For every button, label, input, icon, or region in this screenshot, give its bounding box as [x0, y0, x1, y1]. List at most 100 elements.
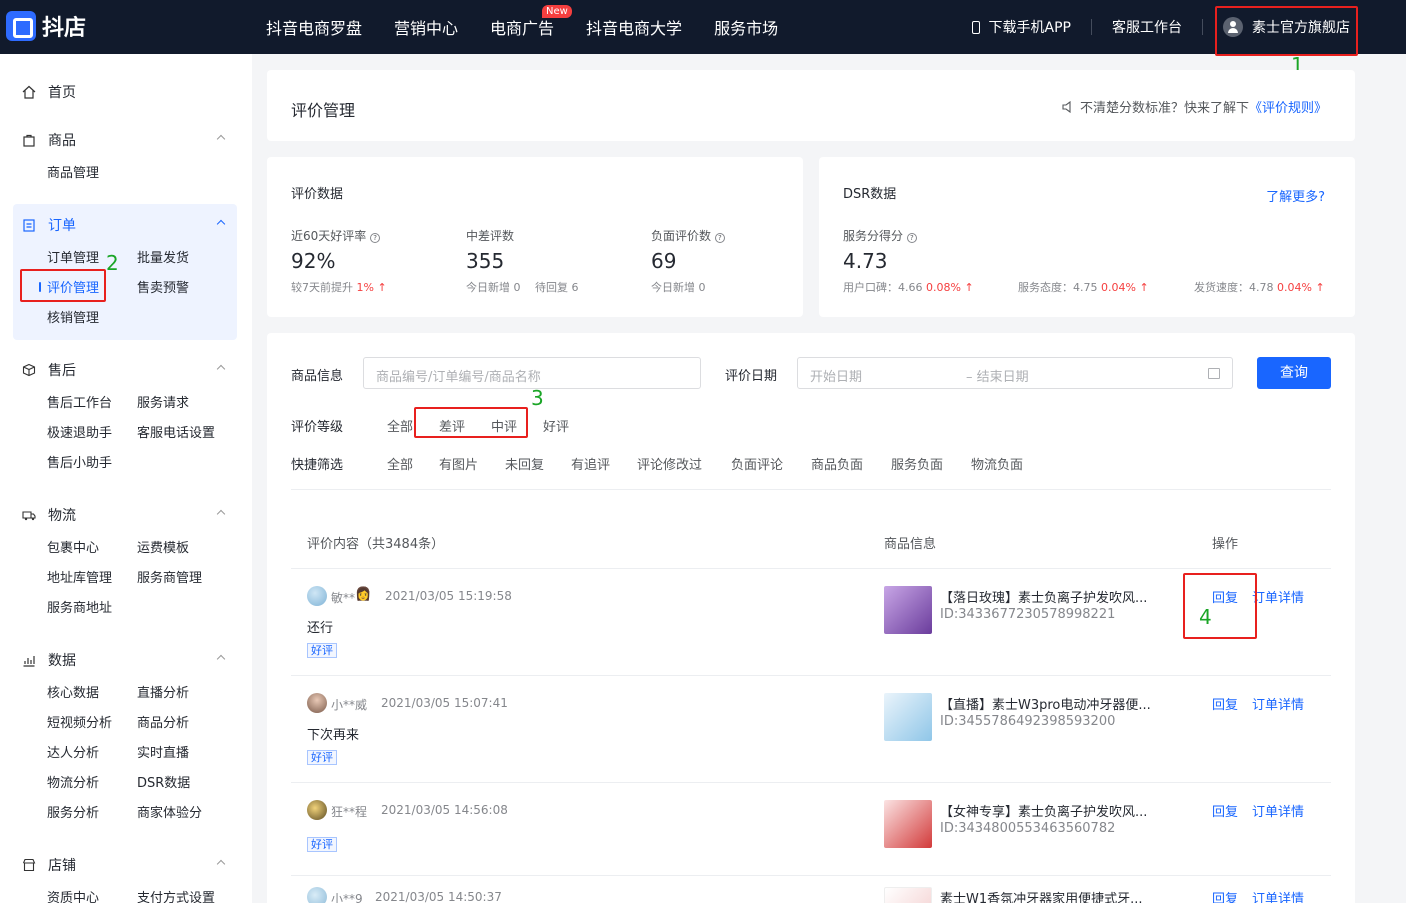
sidebar-section-product[interactable]: 商品: [22, 130, 76, 150]
review-stats-title: 评价数据: [291, 187, 344, 202]
good-rate-delta: 1%: [356, 281, 374, 294]
sidebar-item-live-analysis[interactable]: 直播分析: [137, 682, 189, 701]
user-avatar: [307, 887, 327, 903]
nav-item-service-market[interactable]: 服务市场: [714, 15, 778, 39]
page-title: 评价管理: [291, 101, 356, 120]
service-desk-link[interactable]: 客服工作台: [1112, 17, 1182, 37]
sidebar-item-payment-settings[interactable]: 支付方式设置: [137, 887, 215, 903]
chevron-up-icon[interactable]: [216, 134, 226, 144]
download-app-link[interactable]: 下载手机APP: [971, 17, 1071, 37]
level-option-all[interactable]: 全部: [387, 416, 413, 435]
phone-icon: [971, 20, 980, 34]
sidebar-item-core-data[interactable]: 核心数据: [47, 682, 99, 701]
product-thumbnail[interactable]: [884, 693, 932, 741]
sidebar-item-aftersale-desk[interactable]: 售后工作台: [47, 392, 112, 411]
sidebar-section-data[interactable]: 数据: [22, 650, 76, 670]
divider: [291, 489, 1331, 490]
chevron-up-icon[interactable]: [216, 364, 226, 374]
col-header-product: 商品信息: [884, 537, 937, 552]
sidebar-item-service-analysis[interactable]: 服务分析: [47, 802, 99, 821]
sidebar-item-address-lib[interactable]: 地址库管理: [47, 567, 112, 586]
date-end-field[interactable]: – 结束日期: [966, 366, 1029, 385]
order-detail-link[interactable]: 订单详情: [1252, 801, 1304, 820]
sidebar-item-verify-manage[interactable]: 核销管理: [47, 307, 99, 326]
query-button[interactable]: 查询: [1257, 357, 1331, 389]
sidebar-item-aftersale-helper[interactable]: 售后小助手: [47, 452, 112, 471]
quick-filter-modified[interactable]: 评论修改过: [637, 454, 702, 473]
sidebar-item-sale-alert[interactable]: 售卖预警: [137, 277, 189, 296]
dsr-metric-label: 用户口碑：4.66: [843, 281, 923, 294]
product-thumbnail[interactable]: [884, 800, 932, 848]
sidebar-item-freight-template[interactable]: 运费模板: [137, 537, 189, 556]
negative-label: 负面评价数 ?: [651, 227, 725, 244]
sidebar-section-order[interactable]: 订单: [22, 215, 76, 235]
quick-filter-followup[interactable]: 有追评: [571, 454, 610, 473]
sidebar-item-home[interactable]: 首页: [22, 82, 76, 102]
sidebar-item-order-manage[interactable]: 订单管理: [47, 247, 99, 266]
sidebar-item-logistics-analysis[interactable]: 物流分析: [47, 772, 99, 791]
sidebar-item-batch-ship[interactable]: 批量发货: [137, 247, 189, 266]
sidebar-item-product-manage[interactable]: 商品管理: [47, 162, 99, 181]
sidebar-item-creator-analysis[interactable]: 达人分析: [47, 742, 99, 761]
sidebar-item-fast-refund[interactable]: 极速退助手: [47, 422, 112, 441]
sidebar-section-label: 售后: [48, 363, 76, 379]
nav-item-marketing[interactable]: 营销中心: [394, 15, 458, 39]
help-icon[interactable]: ?: [714, 233, 725, 243]
mid-bad-pending: 待回复 6: [535, 281, 579, 294]
order-detail-link[interactable]: 订单详情: [1252, 694, 1304, 713]
product-title[interactable]: 【落日玫瑰】素士负离子护发吹风...: [940, 587, 1147, 606]
reply-link[interactable]: 回复: [1212, 694, 1238, 713]
good-rate-label-text: 近60天好评率: [291, 229, 367, 243]
date-start-field[interactable]: 开始日期: [810, 370, 862, 385]
order-detail-link[interactable]: 订单详情: [1252, 888, 1304, 903]
sidebar-item-product-analysis[interactable]: 商品分析: [137, 712, 189, 731]
level-option-good[interactable]: 好评: [543, 416, 569, 435]
rules-hint: 不清楚分数标准？快来了解下 《评价规则》: [1062, 97, 1327, 116]
mid-bad-label: 中差评数: [466, 229, 515, 243]
sidebar-item-merchant-score[interactable]: 商家体验分: [137, 802, 202, 821]
chevron-up-icon[interactable]: [216, 859, 226, 869]
sidebar-item-video-analysis[interactable]: 短视频分析: [47, 712, 112, 731]
product-title[interactable]: 素士W1香氛冲牙器家用便捷式牙...: [940, 888, 1143, 903]
quick-filter-with-image[interactable]: 有图片: [439, 454, 478, 473]
nav-item-compass[interactable]: 抖音电商罗盘: [266, 15, 362, 39]
help-icon[interactable]: ?: [370, 233, 381, 243]
chart-icon: [23, 656, 35, 667]
sidebar-section-shop[interactable]: 店铺: [22, 855, 76, 875]
quick-filter-negative[interactable]: 负面评论: [731, 454, 783, 473]
dsr-more-link[interactable]: 了解更多?: [1266, 186, 1325, 205]
quick-filter-logistics-negative[interactable]: 物流负面: [971, 454, 1023, 473]
brand-logo[interactable]: 抖店: [6, 10, 86, 42]
quick-filter-product-negative[interactable]: 商品负面: [811, 454, 863, 473]
order-detail-link[interactable]: 订单详情: [1252, 587, 1304, 606]
rules-link[interactable]: 《评价规则》: [1249, 97, 1327, 116]
sidebar-section-logistics[interactable]: 物流: [22, 505, 76, 525]
date-range-picker[interactable]: 开始日期 – 结束日期: [797, 357, 1233, 389]
product-title[interactable]: 【直播】素士W3pro电动冲牙器便...: [940, 694, 1151, 713]
product-thumbnail[interactable]: [884, 586, 932, 634]
product-search-input[interactable]: 商品编号/订单编号/商品名称: [363, 357, 701, 389]
nav-item-university[interactable]: 抖音电商大学: [586, 15, 682, 39]
quick-filter-unreplied[interactable]: 未回复: [505, 454, 544, 473]
chevron-up-icon[interactable]: [216, 654, 226, 664]
sidebar-section-aftersale[interactable]: 售后: [22, 360, 76, 380]
chevron-up-icon[interactable]: [216, 509, 226, 519]
user-name: 敏**: [331, 591, 356, 605]
sidebar-item-dsr-data[interactable]: DSR数据: [137, 772, 190, 791]
sidebar-item-package-center[interactable]: 包裹中心: [47, 537, 99, 556]
help-icon[interactable]: ?: [906, 233, 917, 243]
reply-link[interactable]: 回复: [1212, 888, 1238, 903]
reply-link[interactable]: 回复: [1212, 801, 1238, 820]
sidebar-item-provider-manage[interactable]: 服务商管理: [137, 567, 202, 586]
product-title[interactable]: 【女神专享】素士负离子护发吹风...: [940, 801, 1147, 820]
nav-item-ads[interactable]: 电商广告 New: [490, 5, 572, 39]
product-thumbnail[interactable]: [884, 887, 932, 903]
sidebar-item-service-phone[interactable]: 客服电话设置: [137, 422, 215, 441]
quick-filter-all[interactable]: 全部: [387, 454, 413, 473]
sidebar-item-qualification[interactable]: 资质中心: [47, 887, 99, 903]
sidebar-item-service-request[interactable]: 服务请求: [137, 392, 189, 411]
box-icon: [22, 363, 36, 377]
quick-filter-service-negative[interactable]: 服务负面: [891, 454, 943, 473]
sidebar-item-provider-address[interactable]: 服务商地址: [47, 597, 112, 616]
sidebar-item-realtime-live[interactable]: 实时直播: [137, 742, 189, 761]
